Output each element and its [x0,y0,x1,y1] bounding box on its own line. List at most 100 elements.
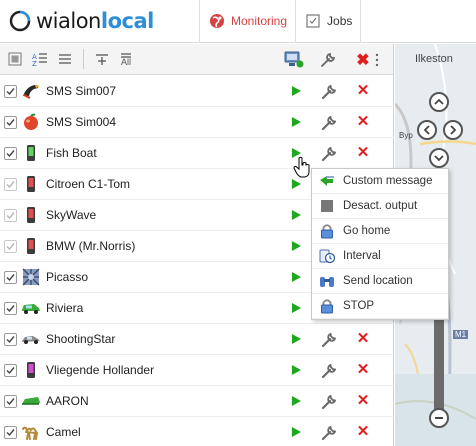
play-icon[interactable] [292,241,301,251]
context-menu-label: Interval [343,250,381,262]
unit-row[interactable]: Vliegende Hollander ✕ [0,355,394,386]
unit-row[interactable]: SMS Sim007 ✕ [0,76,394,107]
play-icon[interactable] [292,179,301,189]
context-menu-item[interactable]: Interval [312,244,448,269]
unit-visibility-checkbox[interactable] [4,394,17,408]
play-icon[interactable] [292,86,301,96]
unit-visibility-checkbox[interactable] [4,332,17,346]
unit-row[interactable]: ShootingStar ✕ [0,324,394,355]
context-menu-label: Go home [343,225,391,237]
settings-icon[interactable] [317,49,339,71]
sort-az-icon[interactable]: AZ [30,49,50,69]
play-icon[interactable] [292,303,301,313]
remove-unit-icon[interactable]: ✕ [355,113,371,131]
unit-name[interactable]: Citroen C1-Tom [46,177,130,191]
app-window: wialonlocal Monitoring Jobs AZ All ✖ SMS… [0,0,476,446]
chevron-left-icon [423,125,430,135]
add-item-icon[interactable] [92,49,112,69]
more-menu-icon[interactable] [372,49,382,71]
unit-visibility-checkbox[interactable] [4,425,17,439]
unit-name[interactable]: SkyWave [46,208,96,222]
checkbox-icon [306,14,320,28]
play-icon[interactable] [292,272,301,282]
binoculars-icon [319,273,335,289]
wrench-icon[interactable] [320,83,338,101]
unit-name[interactable]: Camel [46,425,81,439]
brand-name: wialonlocal [36,9,154,33]
context-menu-item[interactable]: Send location [312,269,448,294]
unit-visibility-checkbox[interactable] [4,177,17,191]
delete-icon[interactable]: ✖ [352,49,374,71]
camel-icon [21,423,41,441]
play-icon[interactable] [292,117,301,127]
interval-icon [319,248,335,264]
remove-unit-icon[interactable]: ✕ [355,330,371,348]
unit-visibility-checkbox[interactable] [4,208,17,222]
remove-unit-icon[interactable]: ✕ [355,423,371,441]
list-toggle-icon[interactable] [5,49,25,69]
wrench-icon[interactable] [320,393,338,411]
remove-unit-icon[interactable]: ✕ [355,361,371,379]
unit-name[interactable]: Riviera [46,301,83,315]
unit-row[interactable]: AARON ✕ [0,386,394,417]
play-icon[interactable] [292,427,301,437]
pan-up-button[interactable] [429,92,449,112]
chevron-right-icon [450,125,457,135]
context-menu-item[interactable]: Custom message [312,169,448,194]
pan-down-button[interactable] [429,148,449,168]
remove-unit-icon[interactable]: ✕ [355,144,371,162]
unit-visibility-checkbox[interactable] [4,270,17,284]
nav-monitoring[interactable]: Monitoring [200,0,297,43]
unit-name[interactable]: Vliegende Hollander [46,363,154,377]
globe-icon [210,14,224,28]
pattern-icon [21,268,41,286]
play-icon[interactable] [292,396,301,406]
unit-name[interactable]: SMS Sim007 [46,84,116,98]
context-menu-item[interactable]: STOP [312,294,448,319]
unit-visibility-checkbox[interactable] [4,115,17,129]
unit-name[interactable]: BMW (Mr.Norris) [46,239,135,253]
context-menu-item[interactable]: Go home [312,219,448,244]
brand-logo[interactable]: wialonlocal [0,0,200,43]
unit-row[interactable]: Fish Boat ✕ [0,138,394,169]
unit-name[interactable]: ShootingStar [46,332,115,346]
wrench-icon[interactable] [320,331,338,349]
unit-name[interactable]: SMS Sim004 [46,115,116,129]
unit-visibility-checkbox[interactable] [4,301,17,315]
pan-right-button[interactable] [443,120,463,140]
context-menu-label: Custom message [343,175,433,187]
command-icon[interactable] [283,49,305,71]
play-icon[interactable] [292,365,301,375]
map-road-label: Byp [399,131,413,140]
parrot-icon [21,82,41,100]
pan-left-button[interactable] [417,120,437,140]
play-icon[interactable] [292,334,301,344]
zoom-slider-track[interactable] [434,309,444,414]
phone-red-icon [21,175,41,193]
unit-visibility-checkbox[interactable] [4,146,17,160]
nav-jobs-label: Jobs [327,14,353,28]
wrench-icon[interactable] [320,424,338,442]
unit-name[interactable]: AARON [46,394,89,408]
remove-unit-icon[interactable]: ✕ [355,392,371,410]
play-icon[interactable] [292,210,301,220]
nav-jobs[interactable]: Jobs [296,0,362,43]
unit-name[interactable]: Fish Boat [46,146,97,160]
context-menu-item[interactable]: Desact. output [312,194,448,219]
unit-visibility-checkbox[interactable] [4,363,17,377]
add-all-icon[interactable]: All [117,49,135,69]
unit-name[interactable]: Picasso [46,270,88,284]
wrench-icon[interactable] [320,145,338,163]
unit-visibility-checkbox[interactable] [4,84,17,98]
unit-row[interactable]: SMS Sim004 ✕ [0,107,394,138]
wrench-icon[interactable] [320,114,338,132]
wrench-icon[interactable] [320,362,338,380]
chevron-down-icon [434,155,444,162]
unit-visibility-checkbox[interactable] [4,239,17,253]
remove-unit-icon[interactable]: ✕ [355,82,371,100]
filter-icon[interactable] [55,49,75,69]
zoom-out-button[interactable] [429,408,449,428]
apple-icon [21,113,41,131]
chevron-up-icon [434,98,444,105]
unit-row[interactable]: Camel ✕ [0,417,394,446]
